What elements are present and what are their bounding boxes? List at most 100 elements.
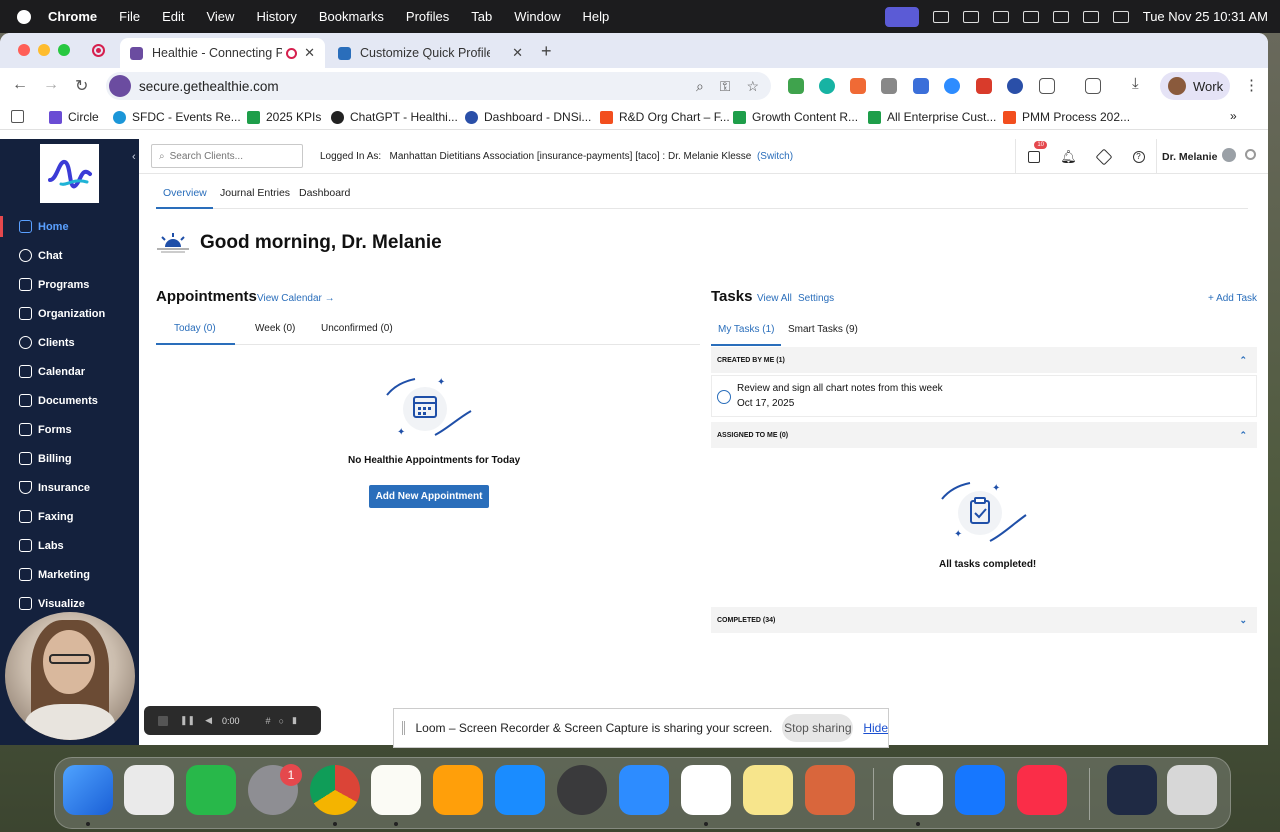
view-all-tasks-link[interactable]: View All bbox=[757, 293, 792, 304]
task-complete-checkbox[interactable] bbox=[717, 390, 731, 404]
bookmark-growth-content[interactable]: Growth Content R... bbox=[733, 110, 858, 124]
collapse-sidebar-icon[interactable]: ‹ bbox=[132, 151, 136, 163]
bookmark-dashboard[interactable]: Dashboard - DNSi... bbox=[465, 110, 591, 124]
quicktime-icon[interactable] bbox=[557, 765, 607, 815]
numbers-icon[interactable] bbox=[186, 765, 236, 815]
extension-zoom-icon[interactable] bbox=[944, 78, 960, 94]
hide-link[interactable]: Hide bbox=[863, 721, 888, 735]
client-search[interactable]: ⌕ bbox=[151, 144, 303, 168]
tab-overview[interactable]: Overview bbox=[163, 187, 207, 199]
stickies-icon[interactable] bbox=[743, 765, 793, 815]
bookmark-org-chart[interactable]: R&D Org Chart – F... bbox=[600, 110, 730, 124]
close-tab-icon[interactable]: ✕ bbox=[512, 45, 523, 61]
bookmark-kpis[interactable]: 2025 KPIs bbox=[247, 110, 321, 124]
menu-bookmarks[interactable]: Bookmarks bbox=[319, 9, 384, 24]
extension-j-icon[interactable] bbox=[976, 78, 992, 94]
user-avatar[interactable] bbox=[1222, 148, 1236, 162]
address-bar[interactable]: secure.gethealthie.com ⌕ ⚿ ☆ bbox=[106, 72, 771, 100]
notifications-button[interactable]: 🔔︎ bbox=[1051, 139, 1086, 174]
claude-icon[interactable] bbox=[805, 765, 855, 815]
menu-help[interactable]: Help bbox=[583, 9, 610, 24]
extension-calendar-icon[interactable] bbox=[913, 78, 929, 94]
integrations-button[interactable] bbox=[1086, 139, 1121, 174]
menu-tab[interactable]: Tab bbox=[471, 9, 492, 24]
add-new-appointment-button[interactable]: Add New Appointment bbox=[369, 485, 489, 508]
tab-healthie[interactable]: Healthie - Connecting Pro ✕ bbox=[120, 38, 325, 68]
trash-icon[interactable]: ▮ bbox=[292, 715, 297, 726]
menu-edit[interactable]: Edit bbox=[162, 9, 184, 24]
zoom-icon[interactable]: ⌕ bbox=[696, 78, 704, 95]
menu-view[interactable]: View bbox=[206, 9, 234, 24]
menu-bar-clock[interactable]: Tue Nov 25 10:31 AM bbox=[1143, 9, 1268, 24]
user-name[interactable]: Dr. Melanie bbox=[1162, 151, 1217, 163]
grid-icon[interactable]: # bbox=[266, 716, 271, 726]
app-store-icon[interactable] bbox=[495, 765, 545, 815]
apps-grid-icon[interactable] bbox=[11, 110, 24, 123]
menu-window[interactable]: Window bbox=[514, 9, 560, 24]
sidebar-item-calendar[interactable]: Calendar bbox=[0, 357, 139, 386]
tab-customize-quick-profile[interactable]: Customize Quick Profile - Adr ✕ bbox=[328, 38, 533, 68]
bookmark-pmm-process[interactable]: PMM Process 202... bbox=[1003, 110, 1130, 124]
healthie-logo[interactable] bbox=[40, 144, 99, 203]
reload-icon[interactable]: ↻ bbox=[75, 76, 88, 96]
pages-icon[interactable] bbox=[433, 765, 483, 815]
pause-icon[interactable]: ❚❚ bbox=[180, 715, 195, 726]
slack-icon[interactable] bbox=[681, 765, 731, 815]
extensions-puzzle-icon[interactable] bbox=[1039, 78, 1055, 94]
sidebar-item-billing[interactable]: Billing bbox=[0, 444, 139, 473]
bars-icon[interactable] bbox=[932, 10, 949, 23]
drag-handle-icon[interactable] bbox=[402, 721, 406, 735]
tab-journal-entries[interactable]: Journal Entries bbox=[220, 187, 290, 199]
help-button[interactable]: ? bbox=[1121, 139, 1156, 174]
stop-sharing-button[interactable]: Stop sharing bbox=[782, 714, 854, 742]
notion-icon[interactable] bbox=[893, 765, 943, 815]
bookmark-chatgpt[interactable]: ChatGPT - Healthi... bbox=[331, 110, 458, 124]
task-row[interactable]: Review and sign all chart notes from thi… bbox=[711, 375, 1257, 417]
menu-profiles[interactable]: Profiles bbox=[406, 9, 449, 24]
sidebar-item-programs[interactable]: Programs bbox=[0, 270, 139, 299]
cancel-icon[interactable]: ○ bbox=[279, 716, 284, 726]
stop-recording-icon[interactable] bbox=[158, 715, 168, 726]
sidebar-item-chat[interactable]: Chat bbox=[0, 241, 139, 270]
view-calendar-link[interactable]: View Calendar → bbox=[257, 293, 335, 304]
sidebar-item-documents[interactable]: Documents bbox=[0, 386, 139, 415]
chrome-icon[interactable] bbox=[310, 765, 360, 815]
notion-icon[interactable] bbox=[962, 10, 979, 23]
restart-icon[interactable]: ◀ bbox=[205, 715, 212, 726]
profile-button[interactable]: Work bbox=[1160, 72, 1230, 100]
pdf-stack-icon[interactable] bbox=[1107, 765, 1157, 815]
sidebar-item-forms[interactable]: Forms bbox=[0, 415, 139, 444]
sidebar-item-organization[interactable]: Organization bbox=[0, 299, 139, 328]
tab-today[interactable]: Today (0) bbox=[174, 323, 216, 334]
tab-week[interactable]: Week (0) bbox=[255, 323, 295, 334]
wifi-icon[interactable] bbox=[1052, 10, 1069, 23]
switch-account-link[interactable]: (Switch) bbox=[757, 151, 793, 162]
sidebar-item-home[interactable]: Home bbox=[0, 212, 139, 241]
close-tab-icon[interactable]: ✕ bbox=[304, 45, 315, 61]
tab-unconfirmed[interactable]: Unconfirmed (0) bbox=[321, 323, 393, 334]
music-icon[interactable] bbox=[1017, 765, 1067, 815]
extension-camera-icon[interactable] bbox=[881, 78, 897, 94]
url-text[interactable]: secure.gethealthie.com bbox=[139, 79, 279, 94]
back-icon[interactable]: ← bbox=[12, 76, 28, 94]
more-bookmarks-icon[interactable]: » bbox=[1230, 109, 1237, 123]
close-window-button[interactable] bbox=[18, 44, 30, 56]
spotlight-icon[interactable] bbox=[1082, 10, 1099, 23]
bookmark-star-icon[interactable]: ☆ bbox=[746, 78, 759, 95]
tab-search-icon[interactable] bbox=[1085, 78, 1101, 94]
finder-icon[interactable] bbox=[63, 765, 113, 815]
control-center-icon[interactable] bbox=[1112, 10, 1129, 23]
bookmark-enterprise-cust[interactable]: All Enterprise Cust... bbox=[868, 110, 996, 124]
tab-dashboard[interactable]: Dashboard bbox=[299, 187, 350, 199]
menu-file[interactable]: File bbox=[119, 9, 140, 24]
created-by-me-header[interactable]: CREATED BY ME (1) ⌃ bbox=[711, 347, 1257, 373]
screen-share-icon[interactable] bbox=[884, 6, 919, 27]
minimize-window-button[interactable] bbox=[38, 44, 50, 56]
more-menu-icon[interactable]: ⋮ bbox=[1244, 76, 1259, 94]
webcam-bubble[interactable] bbox=[5, 612, 135, 740]
zoom-icon[interactable] bbox=[619, 765, 669, 815]
sidebar-item-insurance[interactable]: Insurance bbox=[0, 473, 139, 502]
notes-icon[interactable] bbox=[371, 765, 421, 815]
assigned-to-me-header[interactable]: ASSIGNED TO ME (0) ⌃ bbox=[711, 422, 1257, 448]
messenger-icon[interactable] bbox=[955, 765, 1005, 815]
